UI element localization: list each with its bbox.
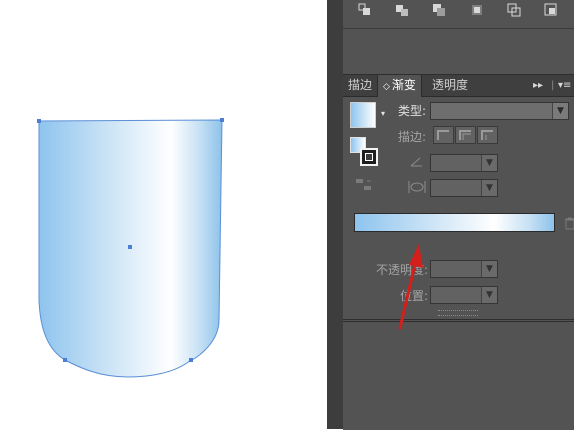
expand-icon[interactable] [544, 3, 558, 17]
panel-resize-handle[interactable] [438, 310, 478, 316]
anchor-point [37, 119, 41, 123]
aspect-ratio-icon [408, 181, 426, 193]
align-icon[interactable] [358, 3, 372, 17]
fill-stroke-icon[interactable] [350, 137, 380, 167]
panel-menu-icon[interactable]: ▾≡ [558, 75, 571, 96]
annotation-arrow-icon [398, 244, 423, 330]
stroke-within-button[interactable] [433, 126, 454, 144]
tab-transparency[interactable]: 透明度 [427, 75, 473, 96]
delete-stop-icon[interactable] [565, 217, 574, 230]
tab-stroke[interactable]: 描边 [343, 75, 377, 96]
tab-gradient-label: 渐变 [391, 78, 416, 92]
anchor-point [220, 118, 224, 122]
divider-icon: | [551, 80, 555, 91]
stroke-label: 描边: [398, 130, 427, 144]
aspect-ratio-select[interactable]: ▼ [430, 179, 498, 197]
chevron-down-icon: ▼ [481, 287, 497, 303]
stroke-along-button[interactable] [455, 126, 476, 144]
tab-sort-icon: ◇ [383, 82, 390, 92]
stroke-swatch [360, 148, 378, 166]
panel-tab-bar: 描边 ◇ 渐变 透明度 ▸▸ | ▾≡ [343, 75, 574, 97]
chevron-down-icon: ▼ [481, 155, 497, 171]
panel-dock: 描边 ◇ 渐变 透明度 ▸▸ | ▾≡ ▾ 类型: ▼ 描边: ▼ ▼ 不透明度… [327, 0, 574, 430]
angle-icon [410, 157, 422, 167]
pathfinder-icon[interactable] [507, 3, 521, 17]
collapse-panel-icon[interactable]: ▸▸ [533, 75, 543, 96]
type-label: 类型: [398, 104, 427, 118]
opacity-select[interactable]: ▼ [430, 260, 498, 278]
artboard[interactable] [0, 0, 327, 429]
arrange-back-icon[interactable] [470, 3, 484, 17]
gradient-panel: 描边 ◇ 渐变 透明度 ▸▸ | ▾≡ ▾ 类型: ▼ 描边: ▼ ▼ 不透明度… [343, 74, 574, 320]
type-select[interactable]: ▼ [430, 102, 569, 120]
align-toolbar [343, 0, 574, 29]
cup-shape-artwork[interactable] [0, 0, 327, 429]
center-point [128, 245, 132, 249]
gradient-slider[interactable] [354, 213, 555, 232]
gradient-swatch-icon[interactable] [350, 102, 376, 128]
arrange-front-icon[interactable] [432, 3, 446, 17]
reverse-gradient-icon[interactable] [355, 178, 373, 192]
lower-panel-area [343, 321, 574, 430]
swatch-dropdown-icon[interactable]: ▾ [381, 109, 385, 118]
tab-gradient[interactable]: ◇ 渐变 [377, 75, 422, 97]
distribute-icon[interactable] [395, 3, 409, 17]
dock-edge [327, 0, 343, 429]
chevron-down-icon: ▼ [552, 103, 568, 119]
anchor-point [189, 358, 193, 362]
chevron-down-icon: ▼ [481, 261, 497, 277]
position-select[interactable]: ▼ [430, 286, 498, 304]
chevron-down-icon: ▼ [481, 180, 497, 196]
angle-select[interactable]: ▼ [430, 154, 498, 172]
anchor-point [63, 358, 67, 362]
stroke-across-button[interactable] [477, 126, 498, 144]
